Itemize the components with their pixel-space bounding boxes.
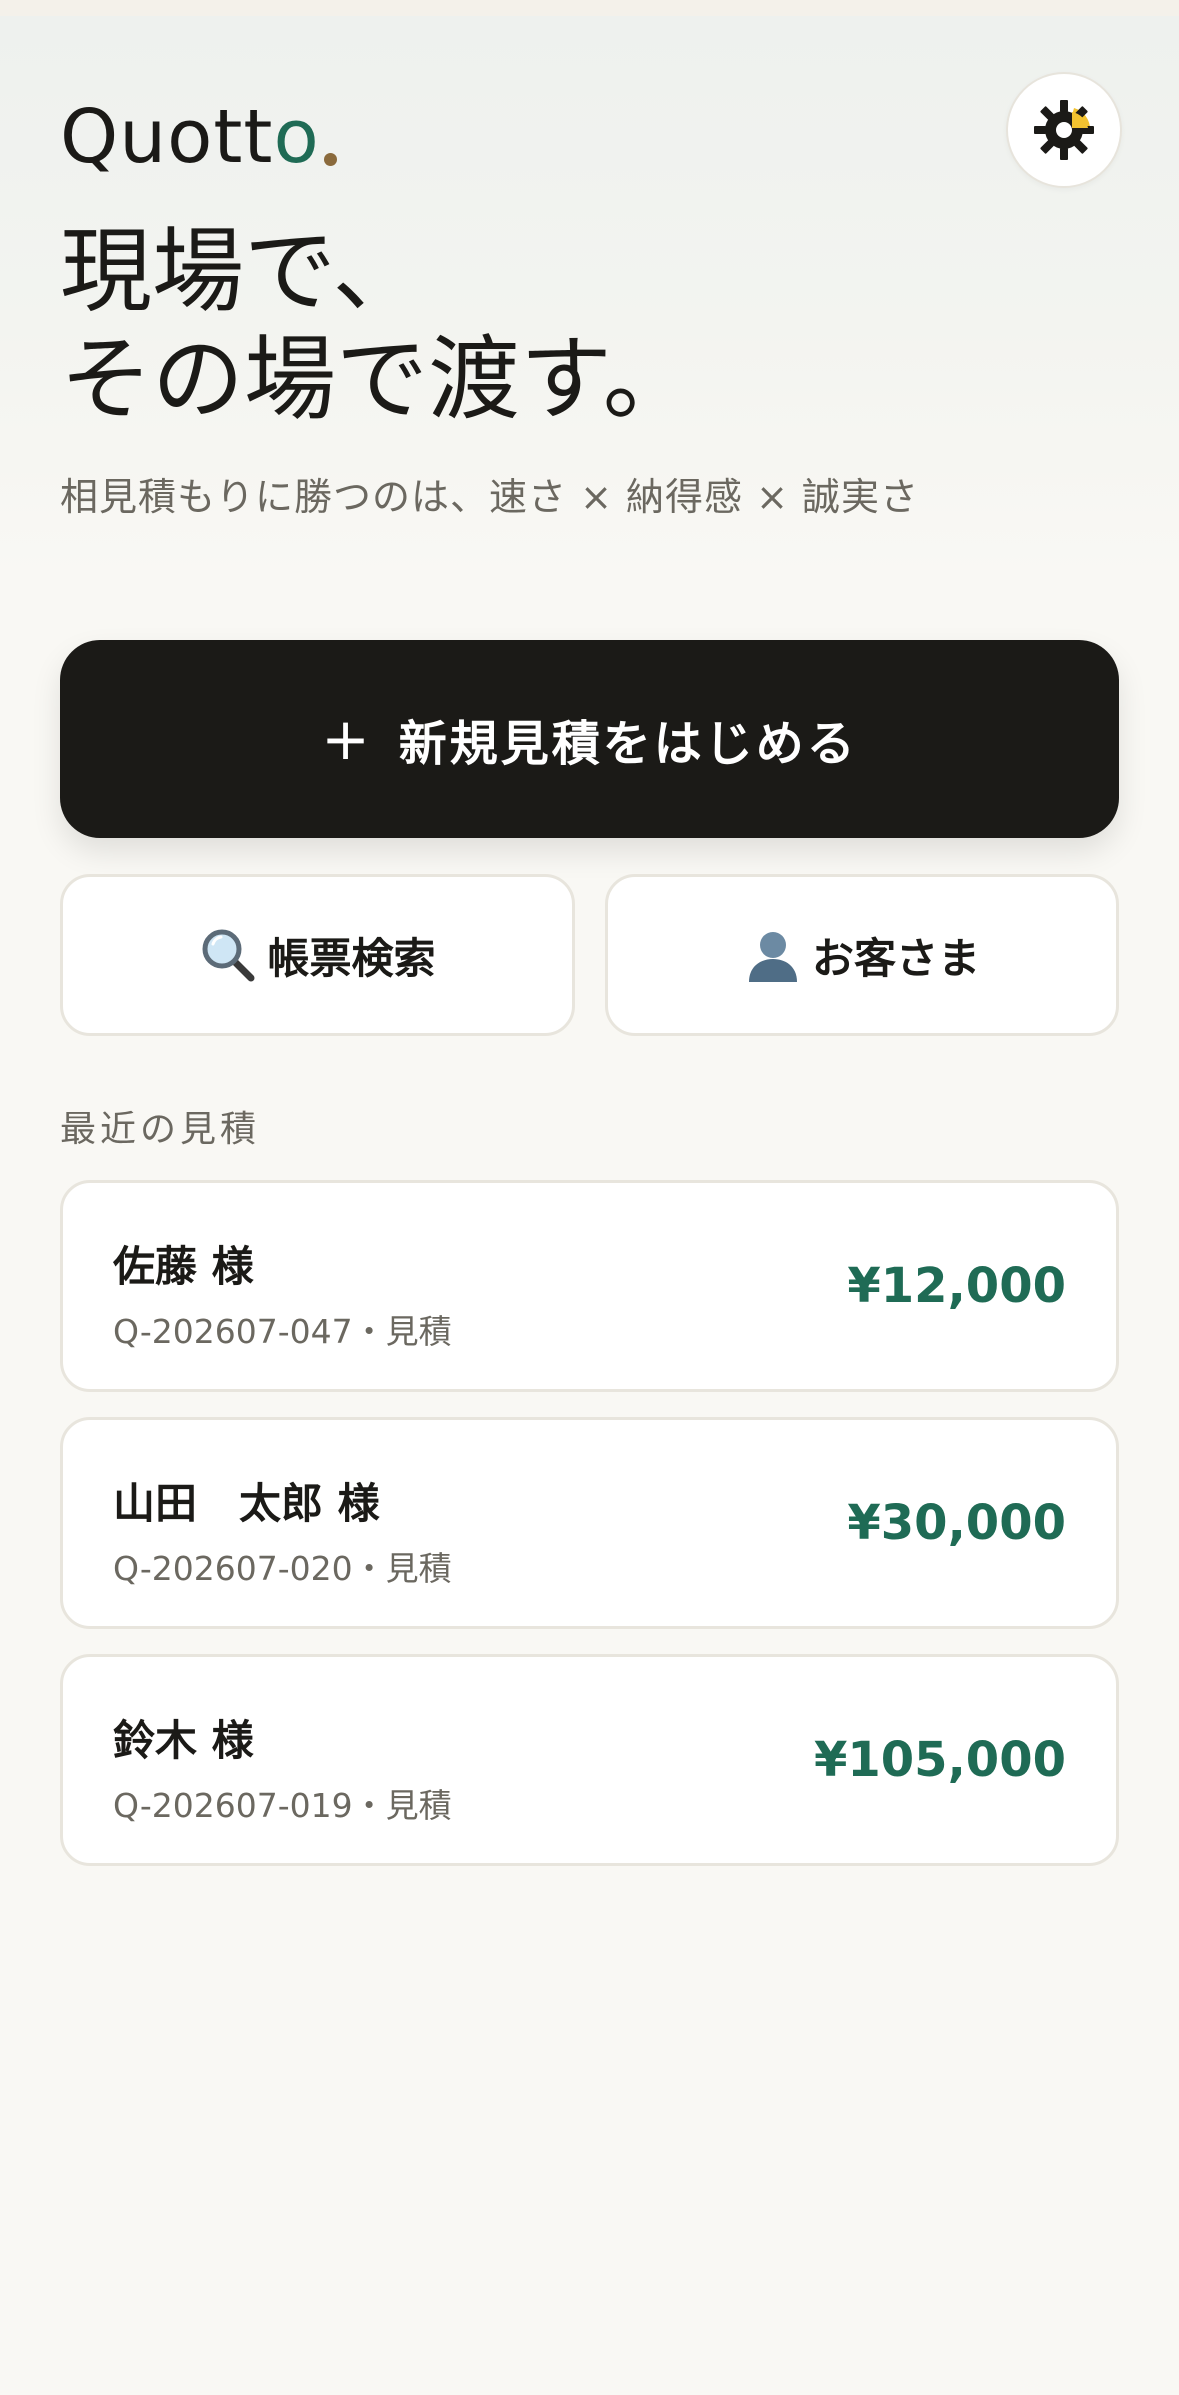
- logo-main-text: Quott: [60, 94, 274, 180]
- hero-headline: 現場で、 その場で渡す。: [60, 218, 695, 434]
- quote-amount: ¥105,000: [813, 1732, 1066, 1788]
- recent-quote-card[interactable]: 佐藤 様 Q-202607-047・見積 ¥12,000: [60, 1180, 1119, 1392]
- headline-line-1: 現場で、: [60, 218, 425, 325]
- sun-gear-icon: [1028, 94, 1100, 166]
- app-logo: Quott o: [60, 100, 337, 174]
- recent-quote-card[interactable]: 山田 太郎 様 Q-202607-020・見積 ¥30,000: [60, 1417, 1119, 1629]
- magnifier-icon: [199, 926, 257, 984]
- customer-name: 鈴木 様: [113, 1716, 254, 1765]
- logo-accent-letter: o: [273, 94, 320, 180]
- logo-dot: [323, 153, 337, 166]
- status-bar: [0, 0, 1179, 16]
- quote-amount: ¥12,000: [847, 1258, 1066, 1314]
- plus-icon: +: [321, 705, 373, 773]
- quote-meta: Q-202607-020・見積: [113, 1549, 452, 1588]
- customers-button[interactable]: お客さま: [605, 874, 1119, 1036]
- new-quote-button[interactable]: + 新規見積をはじめる: [60, 640, 1119, 838]
- document-search-button[interactable]: 帳票検索: [60, 874, 575, 1036]
- quote-amount: ¥30,000: [847, 1495, 1066, 1551]
- recent-quote-card[interactable]: 鈴木 様 Q-202607-019・見積 ¥105,000: [60, 1654, 1119, 1866]
- document-search-label: 帳票検索: [267, 933, 436, 983]
- hero-subtitle: 相見積もりに勝つのは、速さ × 納得感 × 誠実さ: [60, 475, 919, 519]
- new-quote-label: 新規見積をはじめる: [398, 716, 858, 772]
- customer-name: 佐藤 様: [113, 1242, 254, 1291]
- customer-name: 山田 太郎 様: [113, 1479, 380, 1528]
- person-icon: [744, 926, 802, 984]
- headline-line-2: その場で渡す。: [60, 326, 695, 433]
- customers-label: お客さま: [811, 933, 980, 983]
- theme-toggle-button[interactable]: [1006, 72, 1122, 188]
- quote-meta: Q-202607-047・見積: [113, 1312, 452, 1351]
- quote-meta: Q-202607-019・見積: [113, 1786, 452, 1825]
- recent-quotes-title: 最近の見積: [60, 1109, 261, 1150]
